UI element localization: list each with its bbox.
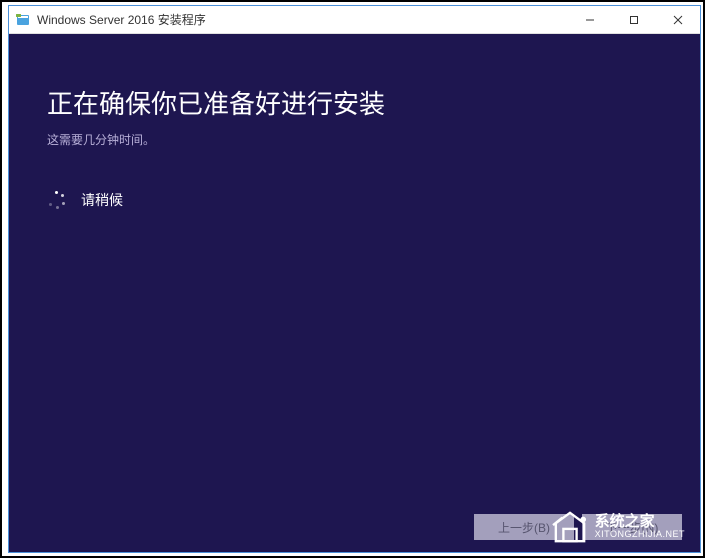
close-button[interactable]	[656, 6, 700, 33]
titlebar: Windows Server 2016 安装程序	[9, 6, 700, 34]
back-button[interactable]: 上一步(B)	[474, 514, 574, 540]
page-subtext: 这需要几分钟时间。	[47, 131, 662, 148]
wait-indicator: 请稍候	[47, 190, 662, 210]
window-title: Windows Server 2016 安装程序	[37, 11, 568, 28]
page-heading: 正在确保你已准备好进行安装	[47, 84, 662, 121]
installer-window: Windows Server 2016 安装程序 正在确保你已准备好进行安装 这…	[8, 5, 701, 553]
minimize-button[interactable]	[568, 6, 612, 33]
wait-label: 请稍候	[81, 190, 123, 210]
spinner-icon	[47, 190, 67, 210]
nav-buttons: 上一步(B) 下一步(N)	[474, 514, 682, 540]
window-controls	[568, 6, 700, 33]
app-icon	[15, 12, 31, 28]
content-area: 正在确保你已准备好进行安装 这需要几分钟时间。 请稍候 上一步(B) 下一步(N…	[9, 34, 700, 552]
maximize-button[interactable]	[612, 6, 656, 33]
next-button[interactable]: 下一步(N)	[582, 514, 682, 540]
